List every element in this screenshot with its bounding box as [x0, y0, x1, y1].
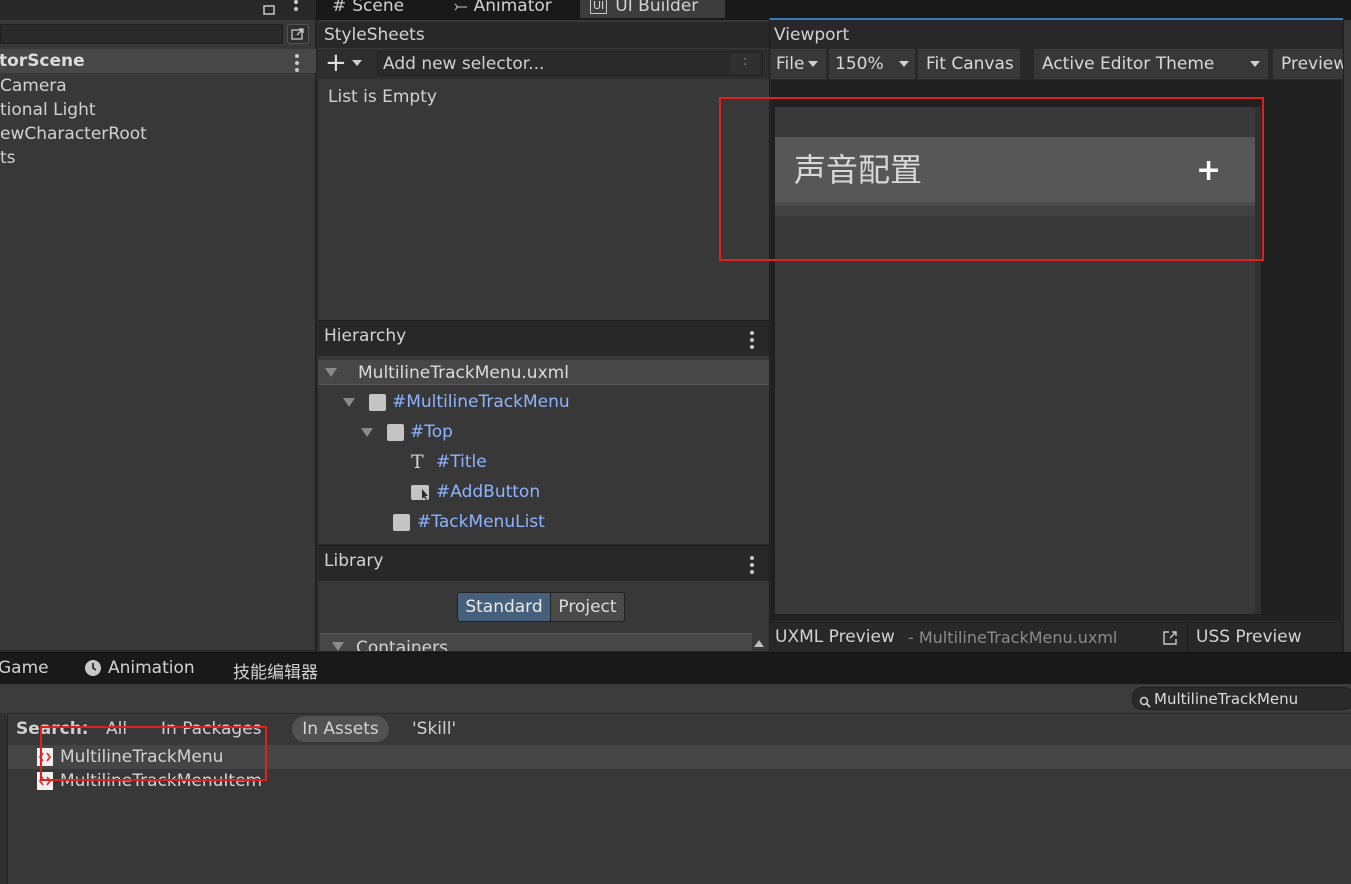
- hierarchy-node[interactable]: #MultilineTrackMenu: [343, 387, 570, 417]
- right-edge-panel: [1343, 20, 1351, 652]
- theme-dropdown[interactable]: Active Editor Theme: [1034, 49, 1268, 79]
- uss-preview-label[interactable]: USS Preview: [1196, 627, 1302, 647]
- hierarchy-menu-icon[interactable]: [750, 331, 754, 349]
- button-icon: [411, 484, 430, 501]
- library-title: Library: [324, 551, 384, 571]
- left-search-field[interactable]: [0, 24, 283, 44]
- node-label: #Title: [436, 452, 487, 472]
- uxml-preview-label[interactable]: UXML Preview: [775, 627, 895, 647]
- tab-game-label: Game: [0, 658, 49, 678]
- popout-icon[interactable]: [287, 24, 309, 44]
- open-external-icon[interactable]: [1161, 629, 1179, 647]
- library-header: [318, 545, 769, 581]
- tab-animation[interactable]: Animation: [84, 658, 195, 678]
- fit-canvas-label: Fit Canvas: [926, 54, 1014, 74]
- chevron-down-icon: [1250, 61, 1260, 67]
- fit-canvas-button[interactable]: Fit Canvas: [918, 49, 1020, 79]
- tab-ui-builder[interactable]: UI UI Builder: [580, 0, 725, 18]
- search-icon: [1139, 693, 1151, 708]
- expand-arrow-icon[interactable]: [361, 427, 373, 437]
- library-tabs: Standard Project: [457, 592, 625, 622]
- tab-ui-builder-label: UI Builder: [615, 0, 699, 16]
- add-stylesheet-button[interactable]: +: [325, 48, 371, 78]
- selector-hint: :: [743, 54, 748, 69]
- tab-animation-label: Animation: [108, 658, 195, 678]
- tab-scene-label: Scene: [352, 0, 405, 16]
- expand-arrow-icon[interactable]: [332, 642, 344, 651]
- hierarchy-node[interactable]: #TackMenuList: [393, 507, 545, 537]
- tab-skill-editor[interactable]: 技能编辑器: [233, 658, 318, 683]
- tab-animator-label: Animator: [473, 0, 552, 16]
- selector-placeholder: Add new selector...: [383, 54, 545, 74]
- hierarchy-item[interactable]: tional Light: [0, 100, 96, 120]
- containers-row[interactable]: Containers: [320, 633, 752, 651]
- text-icon: T: [411, 451, 424, 473]
- hierarchy-title: Hierarchy: [324, 326, 407, 346]
- scene-name: torScene: [0, 51, 85, 71]
- node-label: #TackMenuList: [417, 512, 545, 532]
- tab-skill-editor-label: 技能编辑器: [233, 663, 318, 683]
- hierarchy-item[interactable]: Camera: [0, 76, 67, 96]
- preview-label: Preview: [1281, 54, 1343, 74]
- ui-builder-icon: UI: [590, 0, 608, 14]
- zoom-label: 150%: [835, 54, 884, 74]
- search-value: MultilineTrackMenu: [1154, 689, 1299, 708]
- node-label: #AddButton: [436, 482, 541, 502]
- theme-label: Active Editor Theme: [1042, 54, 1215, 74]
- file-menu-label: File: [776, 54, 805, 74]
- visual-element-icon: [393, 513, 410, 531]
- hierarchy-file: MultilineTrackMenu.uxml: [358, 363, 569, 383]
- tab-scene[interactable]: # Scene: [326, 0, 410, 18]
- library-menu-icon[interactable]: [750, 556, 754, 574]
- uxml-preview-file: - MultilineTrackMenu.uxml: [908, 628, 1118, 647]
- animator-icon: ⤚: [454, 0, 468, 16]
- expand-arrow-icon[interactable]: [325, 368, 337, 377]
- filter-in-assets[interactable]: In Assets: [292, 716, 389, 742]
- visual-element-icon: [369, 393, 386, 411]
- tab-project-label: Project: [558, 597, 617, 617]
- chevron-down-icon: [899, 61, 909, 67]
- plus-icon: +: [325, 48, 347, 78]
- tab-game[interactable]: Game: [0, 658, 49, 678]
- stylesheets-title: StyleSheets: [324, 25, 425, 45]
- bottom-tabbar: [0, 652, 1351, 684]
- node-label: #Top: [410, 422, 453, 442]
- preview-button[interactable]: Preview: [1273, 49, 1343, 79]
- tab-animator[interactable]: ⤚ Animator: [448, 0, 558, 18]
- chevron-down-icon: [351, 60, 362, 66]
- expand-arrow-icon[interactable]: [343, 397, 355, 407]
- zoom-dropdown[interactable]: 150%: [829, 49, 915, 79]
- filter-in-assets-label: In Assets: [302, 719, 379, 739]
- scroll-up-arrow-icon[interactable]: [754, 640, 764, 647]
- clock-icon: [84, 659, 102, 677]
- scene-menu-icon[interactable]: [295, 54, 299, 72]
- preview-divider: [1187, 622, 1188, 652]
- hierarchy-node[interactable]: T #Title: [411, 447, 487, 477]
- tab-standard[interactable]: Standard: [458, 593, 550, 621]
- hierarchy-node[interactable]: #AddButton: [411, 477, 540, 507]
- viewport-title: Viewport: [774, 25, 850, 45]
- node-label: #MultilineTrackMenu: [392, 392, 570, 412]
- hierarchy-item[interactable]: ts: [0, 148, 16, 168]
- highlight-box: [719, 97, 1264, 261]
- chevron-down-icon: [808, 61, 819, 67]
- empty-list-text: List is Empty: [328, 87, 437, 107]
- hierarchy-node[interactable]: #Top: [361, 417, 453, 447]
- containers-label: Containers: [356, 638, 448, 651]
- left-menu-icon[interactable]: [294, 0, 298, 12]
- project-search-input[interactable]: MultilineTrackMenu: [1132, 687, 1351, 710]
- visual-element-icon: [387, 423, 404, 441]
- lock-icon[interactable]: [262, 0, 276, 15]
- filter-skill[interactable]: 'Skill': [412, 719, 456, 739]
- tab-project[interactable]: Project: [550, 593, 624, 621]
- hash-icon: #: [332, 0, 347, 16]
- tab-standard-label: Standard: [465, 597, 543, 617]
- hierarchy-item[interactable]: ewCharacterRoot: [0, 124, 147, 144]
- left-tree-gutter: [0, 715, 8, 884]
- file-menu[interactable]: File: [770, 49, 826, 79]
- highlight-box: [40, 726, 267, 781]
